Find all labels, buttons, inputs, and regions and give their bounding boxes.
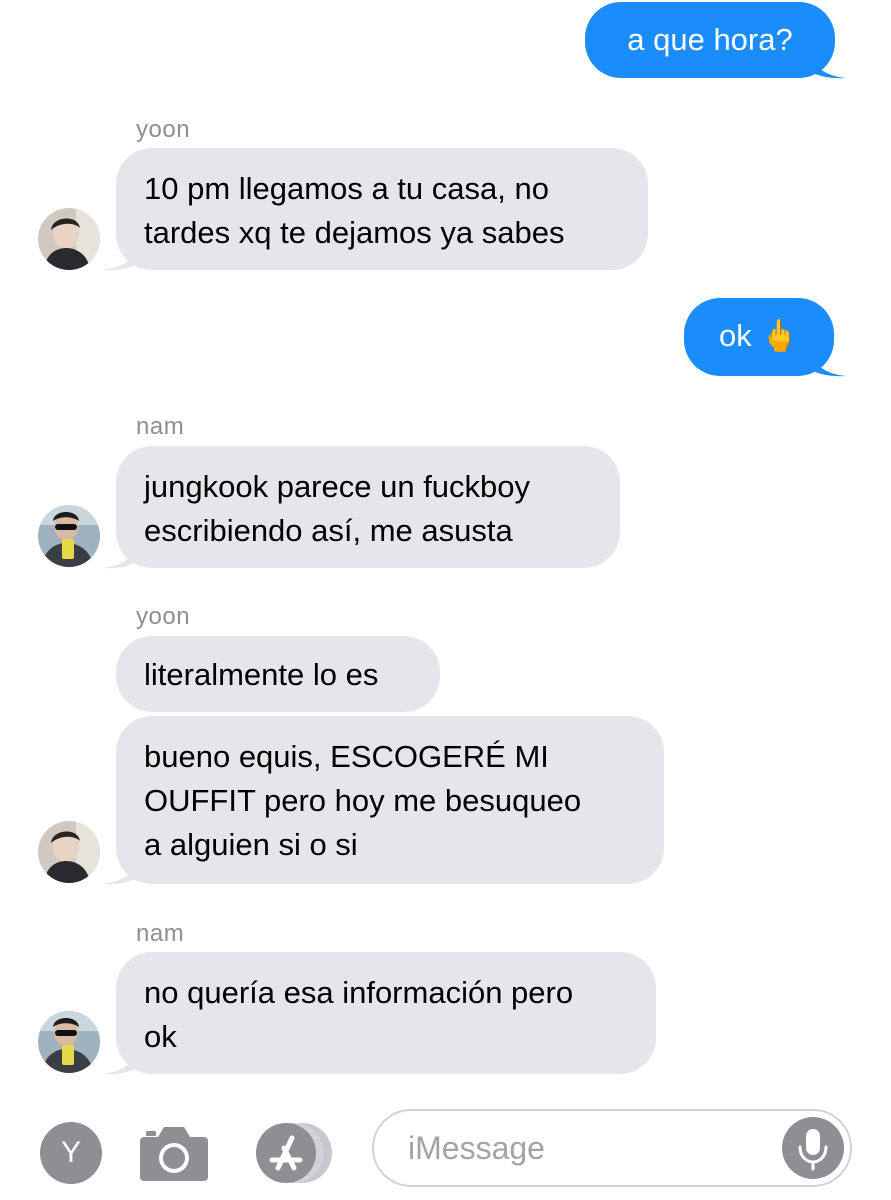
message-line: bueno equis, ESCOGERÉ MI [144,739,549,774]
incoming-message-bubble[interactable]: 10 pm llegamos a tu casa, no tardes xq t… [116,148,648,270]
message-line: escribiendo así, me asusta [144,513,513,548]
message-line: 10 pm llegamos a tu casa, no [144,171,549,206]
microphone-icon [798,1129,828,1171]
sender-name: nam [136,413,185,440]
incoming-message-bubble[interactable]: jungkook parece un fuckboy escribiendo a… [116,446,620,568]
bubble-tail [102,1044,140,1075]
camera-icon[interactable] [138,1123,210,1183]
incoming-message-bubble[interactable]: literalmente lo es [116,636,440,712]
message-text: a que hora? [627,22,793,57]
avatar-nam[interactable] [38,505,100,567]
microphone-button[interactable] [782,1117,844,1179]
avatar-nam[interactable] [38,1011,100,1073]
incoming-message-bubble[interactable]: no quería esa información pero ok [116,952,656,1074]
message-input-placeholder: iMessage [408,1130,545,1166]
user-avatar-button[interactable]: Y [40,1122,102,1184]
message-input[interactable]: iMessage [372,1109,852,1187]
message-line: jungkook parece un fuckboy [144,469,531,504]
message-line: OUFFIT pero hoy me besuqueo [144,783,582,818]
messages-screen: a que hora? yoon 10 pm llegamos a tu cas… [0,0,891,1200]
message-line: a alguien si o si [144,827,358,862]
message-line: tardes xq te dejamos ya sabes [144,215,565,250]
sender-name: yoon [136,116,191,143]
message-line: ok [144,1019,177,1054]
incoming-message-bubble[interactable]: bueno equis, ESCOGERÉ MI OUFFIT pero hoy… [116,716,664,884]
bubble-tail [102,538,140,569]
sender-name: nam [136,920,185,947]
bubble-tail [102,240,140,271]
message-line: no quería esa información pero [144,975,574,1010]
app-store-icon[interactable] [254,1120,338,1186]
outgoing-message-bubble[interactable]: a que hora? [585,2,835,78]
bubble-tail [808,346,846,377]
avatar-yoon[interactable] [38,821,100,883]
bubble-tail [102,854,140,885]
bubble-tail [808,48,846,79]
message-line: literalmente lo es [144,657,379,692]
message-text: ok 🖕 [719,318,799,353]
avatar-yoon[interactable] [38,208,100,270]
sender-name: yoon [136,603,191,630]
avatar-letter: Y [60,1136,81,1169]
